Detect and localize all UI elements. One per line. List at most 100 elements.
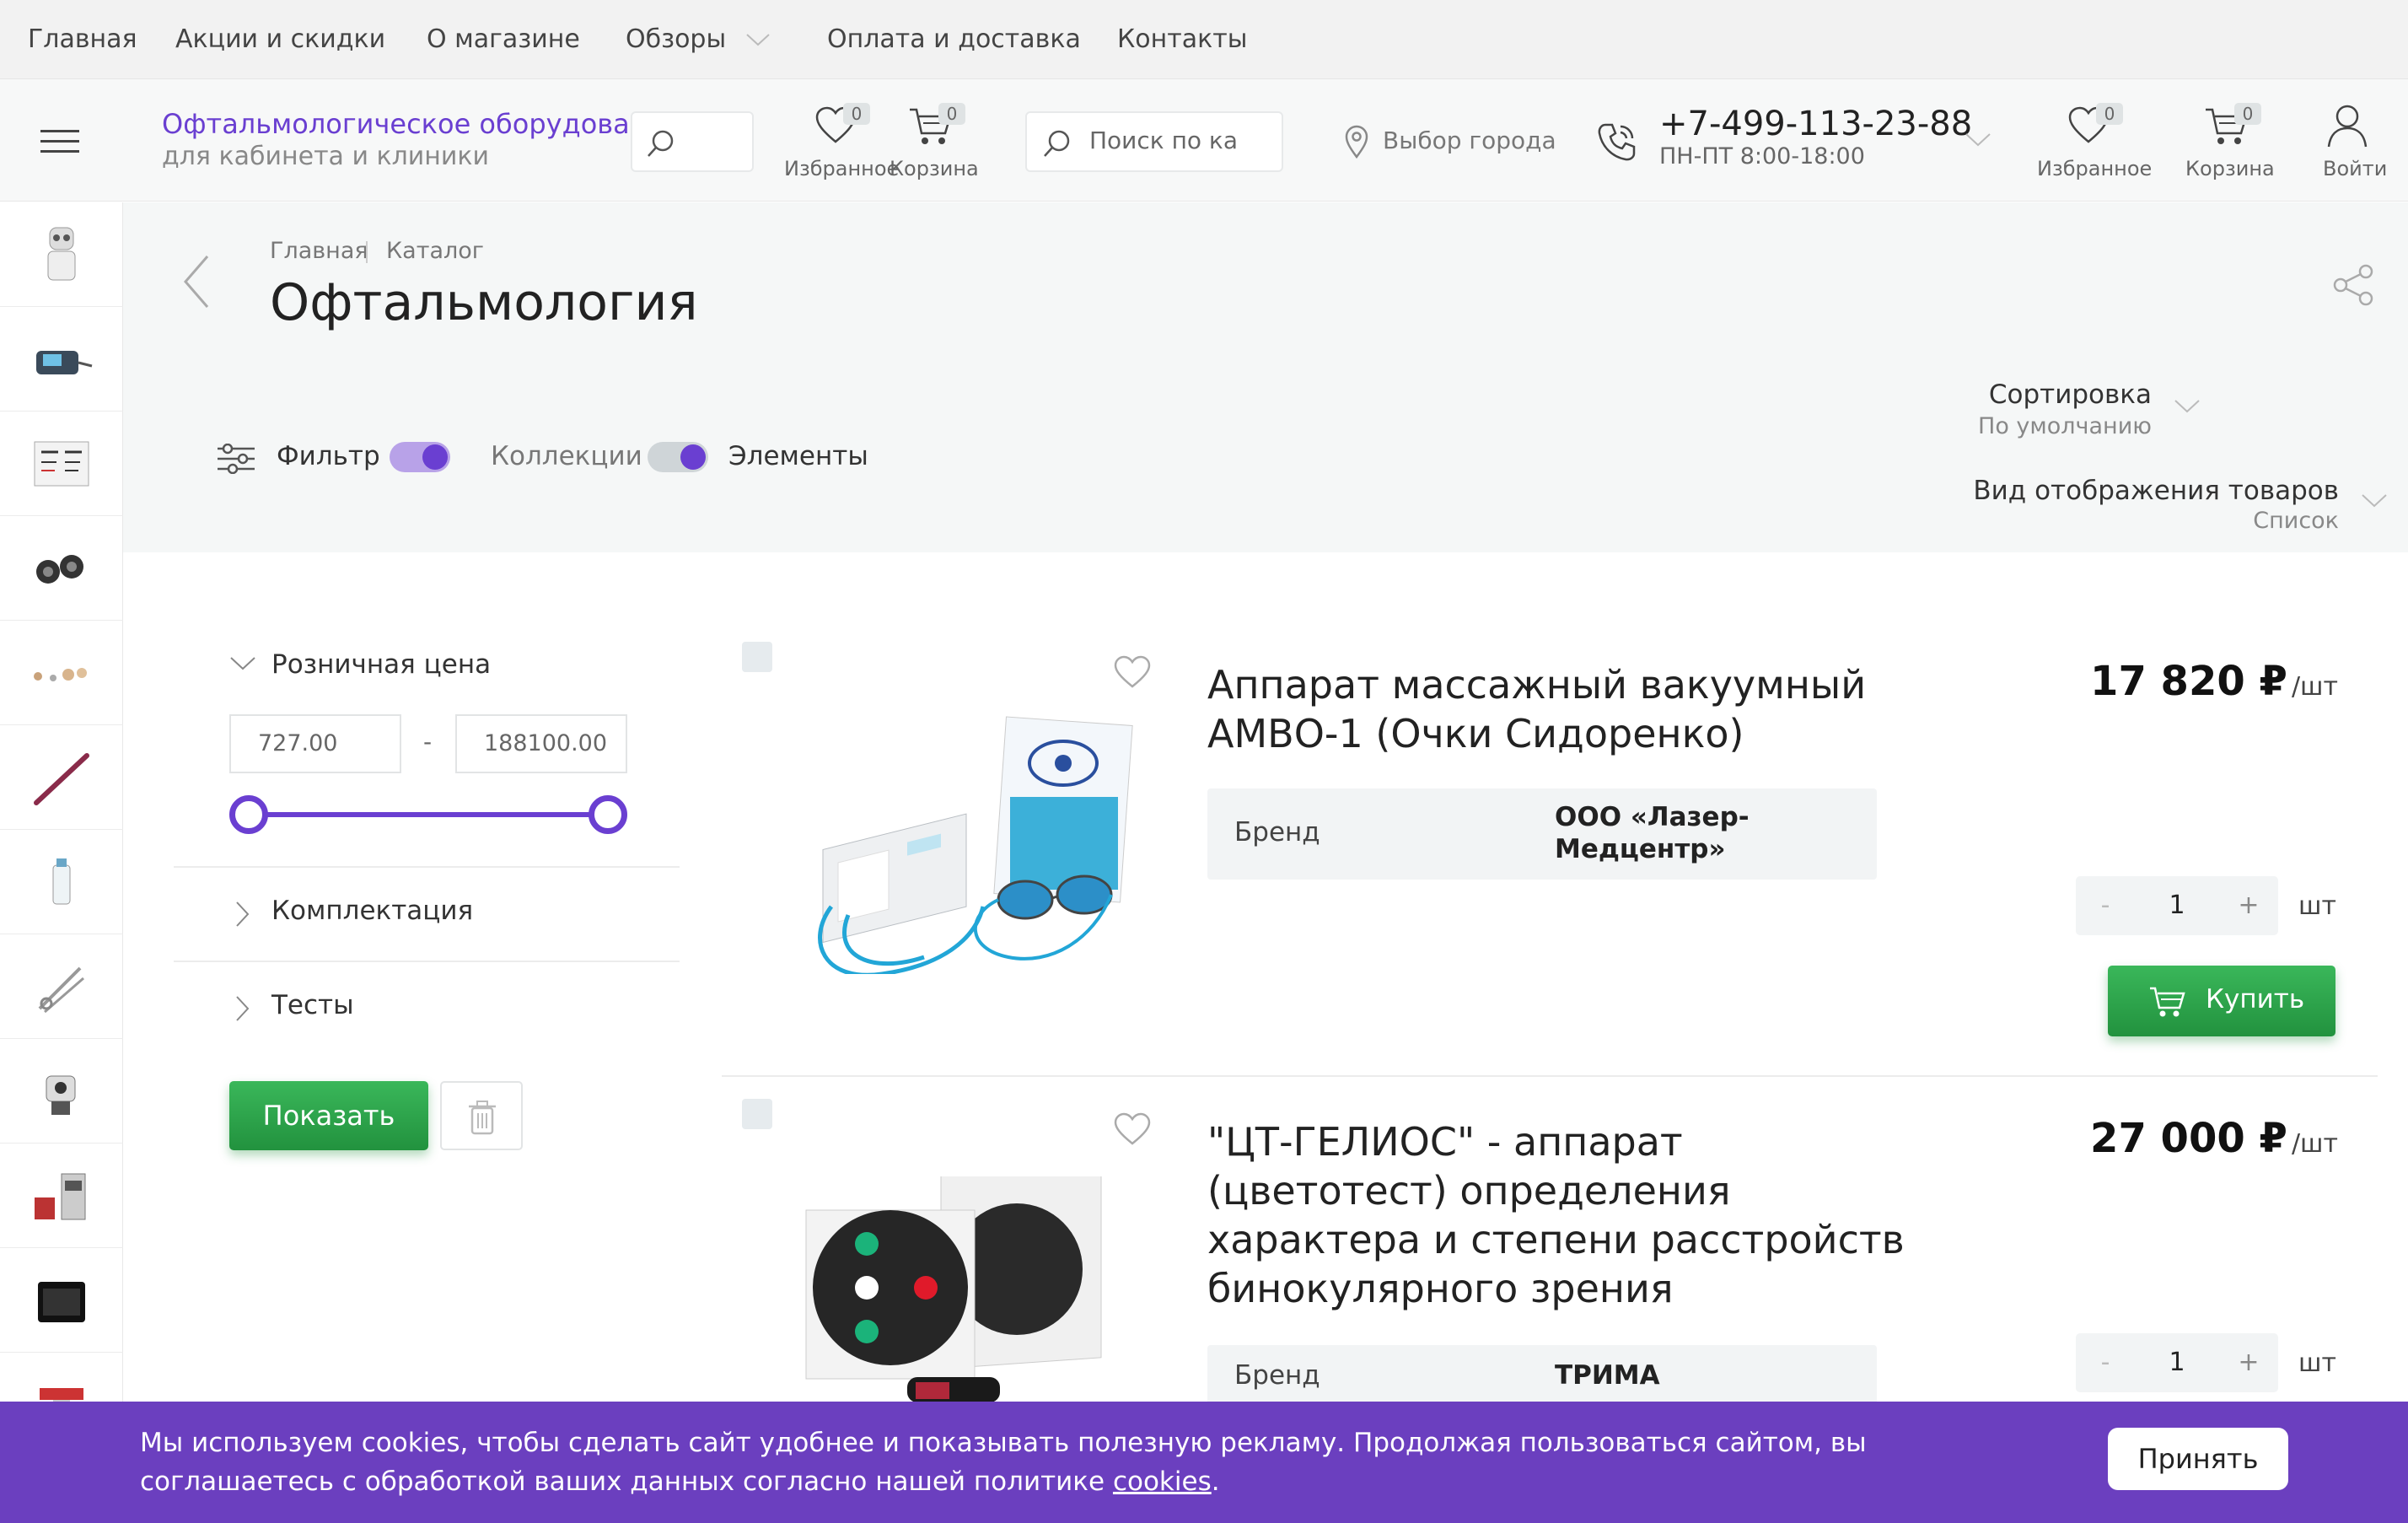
brand-value[interactable]: ТРИМА <box>1555 1360 1660 1391</box>
filter-label[interactable]: Фильтр <box>277 441 380 471</box>
heart-icon[interactable] <box>1113 1112 1152 1146</box>
user-icon <box>2327 105 2368 148</box>
price-max-input[interactable]: 188100.00 <box>455 714 627 773</box>
back-arrow-icon[interactable] <box>182 255 211 309</box>
brand-value[interactable]: Медцентр» <box>1555 834 1726 864</box>
category-thumb[interactable] <box>0 830 123 934</box>
sort-label[interactable]: Сортировка <box>1989 379 2152 410</box>
elements-label[interactable]: Элементы <box>728 441 868 471</box>
collections-label[interactable]: Коллекции <box>491 441 642 471</box>
breadcrumb-separator <box>366 241 368 263</box>
cookie-text-line1: Мы используем cookies, чтобы сделать сай… <box>140 1428 1867 1458</box>
breadcrumb-catalog[interactable]: Каталог <box>386 238 484 264</box>
chevron-down-icon[interactable] <box>229 655 256 672</box>
price-slider-max-handle[interactable] <box>589 795 627 834</box>
favorites-label: Избранное <box>2037 157 2153 180</box>
topnav-reviews[interactable]: Обзоры <box>626 0 726 79</box>
cart-compact-button[interactable]: 0 Корзина <box>890 103 982 187</box>
topnav-home[interactable]: Главная <box>28 0 137 79</box>
category-thumb[interactable] <box>0 1248 123 1353</box>
cookie-policy-link[interactable]: cookies <box>1113 1466 1212 1497</box>
topnav-about[interactable]: О магазине <box>427 0 580 79</box>
view-mode-toggle[interactable] <box>648 442 708 472</box>
buy-label: Купить <box>2206 984 2305 1014</box>
login-button[interactable]: Войти <box>2306 103 2399 187</box>
buy-button[interactable]: Купить <box>2108 966 2335 1036</box>
price-min-input[interactable]: 727.00 <box>229 714 401 773</box>
device-icon <box>36 351 93 374</box>
catalog-main: Розничная цена 727.00 - 188100.00 Компле… <box>123 552 2408 1523</box>
workstation-icon <box>35 1173 86 1220</box>
quantity-stepper[interactable]: - 1 + <box>2076 1333 2278 1392</box>
category-thumb[interactable] <box>0 412 123 516</box>
breadcrumb-home[interactable]: Главная <box>270 238 368 264</box>
category-thumb[interactable] <box>0 202 123 307</box>
favorites-compact-button[interactable]: 0 Избранное <box>784 103 899 187</box>
qty-minus-button[interactable]: - <box>2076 1333 2135 1392</box>
category-thumb[interactable] <box>0 516 123 621</box>
category-thumb[interactable] <box>0 934 123 1039</box>
product-title[interactable]: АМВО-1 (Очки Сидоренко) <box>1207 709 1744 758</box>
case-icon <box>38 1282 85 1322</box>
hamburger-menu-icon[interactable] <box>40 128 79 155</box>
city-selector[interactable]: Выбор города <box>1383 126 1556 154</box>
cookie-text: Мы используем cookies, чтобы сделать сай… <box>140 1423 1995 1501</box>
chevron-right-icon[interactable] <box>234 901 251 928</box>
site-logo-title[interactable]: Офтальмологическое оборудование <box>162 108 681 140</box>
price-unit: /шт <box>2291 1129 2338 1159</box>
share-icon[interactable] <box>2332 263 2374 307</box>
product-title[interactable]: характера и степени расстройств <box>1207 1215 1905 1264</box>
filter-toggle[interactable] <box>390 442 450 472</box>
qty-value[interactable]: 1 <box>2135 1333 2219 1392</box>
category-thumb[interactable] <box>0 725 123 830</box>
brand-value[interactable]: ООО «Лазер- <box>1555 802 1750 832</box>
favorites-count: 0 <box>843 103 870 125</box>
product-title[interactable]: (цветотест) определения <box>1207 1166 1731 1215</box>
compare-checkbox[interactable] <box>742 642 772 672</box>
chevron-down-icon[interactable] <box>2361 492 2388 509</box>
favorites-button[interactable]: 0 Избранное <box>2032 103 2153 187</box>
reset-filter-button[interactable] <box>440 1081 523 1150</box>
show-results-button[interactable]: Показать <box>229 1081 428 1150</box>
chevron-right-icon[interactable] <box>234 995 251 1022</box>
product-title[interactable]: бинокулярного зрения <box>1207 1264 1674 1313</box>
view-label[interactable]: Вид отображения товаров <box>1973 476 2339 506</box>
product-title[interactable]: "ЦТ-ГЕЛИОС" - аппарат <box>1207 1117 1683 1166</box>
cart-count: 0 <box>2234 103 2261 125</box>
cart-count: 0 <box>938 103 965 125</box>
qty-minus-button[interactable]: - <box>2076 876 2135 935</box>
qty-value[interactable]: 1 <box>2135 876 2219 935</box>
eye-chart-icon <box>34 441 89 487</box>
category-thumb[interactable] <box>0 1144 123 1248</box>
topnav-contacts[interactable]: Контакты <box>1117 0 1247 79</box>
divider <box>174 866 680 868</box>
topnav-promotions[interactable]: Акции и скидки <box>175 0 385 79</box>
search-field[interactable]: Поиск по ка <box>1025 111 1283 172</box>
filter-group-equipment[interactable]: Комплектация <box>271 896 473 926</box>
qty-unit: шт <box>2298 891 2336 921</box>
product-image-amvo[interactable] <box>798 704 1152 974</box>
top-navigation: Главная Акции и скидки О магазине Обзоры… <box>0 0 2408 79</box>
chevron-down-icon[interactable] <box>2174 398 2201 415</box>
category-thumb[interactable] <box>0 307 123 412</box>
heart-icon[interactable] <box>1113 655 1152 689</box>
filter-group-tests[interactable]: Тесты <box>271 990 354 1020</box>
qty-plus-button[interactable]: + <box>2219 1333 2278 1392</box>
category-thumb[interactable] <box>0 1039 123 1144</box>
compact-search-box[interactable] <box>631 111 754 172</box>
search-placeholder: Поиск по ка <box>1089 126 1238 154</box>
qty-unit: шт <box>2298 1348 2336 1378</box>
product-title[interactable]: Аппарат массажный вакуумный <box>1207 660 1866 709</box>
price-filter-title[interactable]: Розничная цена <box>271 649 491 680</box>
cart-button[interactable]: 0 Корзина <box>2175 103 2276 187</box>
product-image-ct-gelios[interactable] <box>798 1176 1152 1404</box>
price-slider-min-handle[interactable] <box>229 795 268 834</box>
quantity-stepper[interactable]: - 1 + <box>2076 876 2278 935</box>
topnav-payment-delivery[interactable]: Оплата и доставка <box>827 0 1081 79</box>
phone-number[interactable]: +7-499-113-23-88 <box>1659 105 1972 143</box>
chevron-down-icon[interactable] <box>1965 132 1991 148</box>
category-thumb[interactable] <box>0 621 123 725</box>
accept-cookies-button[interactable]: Принять <box>2108 1428 2288 1490</box>
qty-plus-button[interactable]: + <box>2219 876 2278 935</box>
compare-checkbox[interactable] <box>742 1099 772 1129</box>
